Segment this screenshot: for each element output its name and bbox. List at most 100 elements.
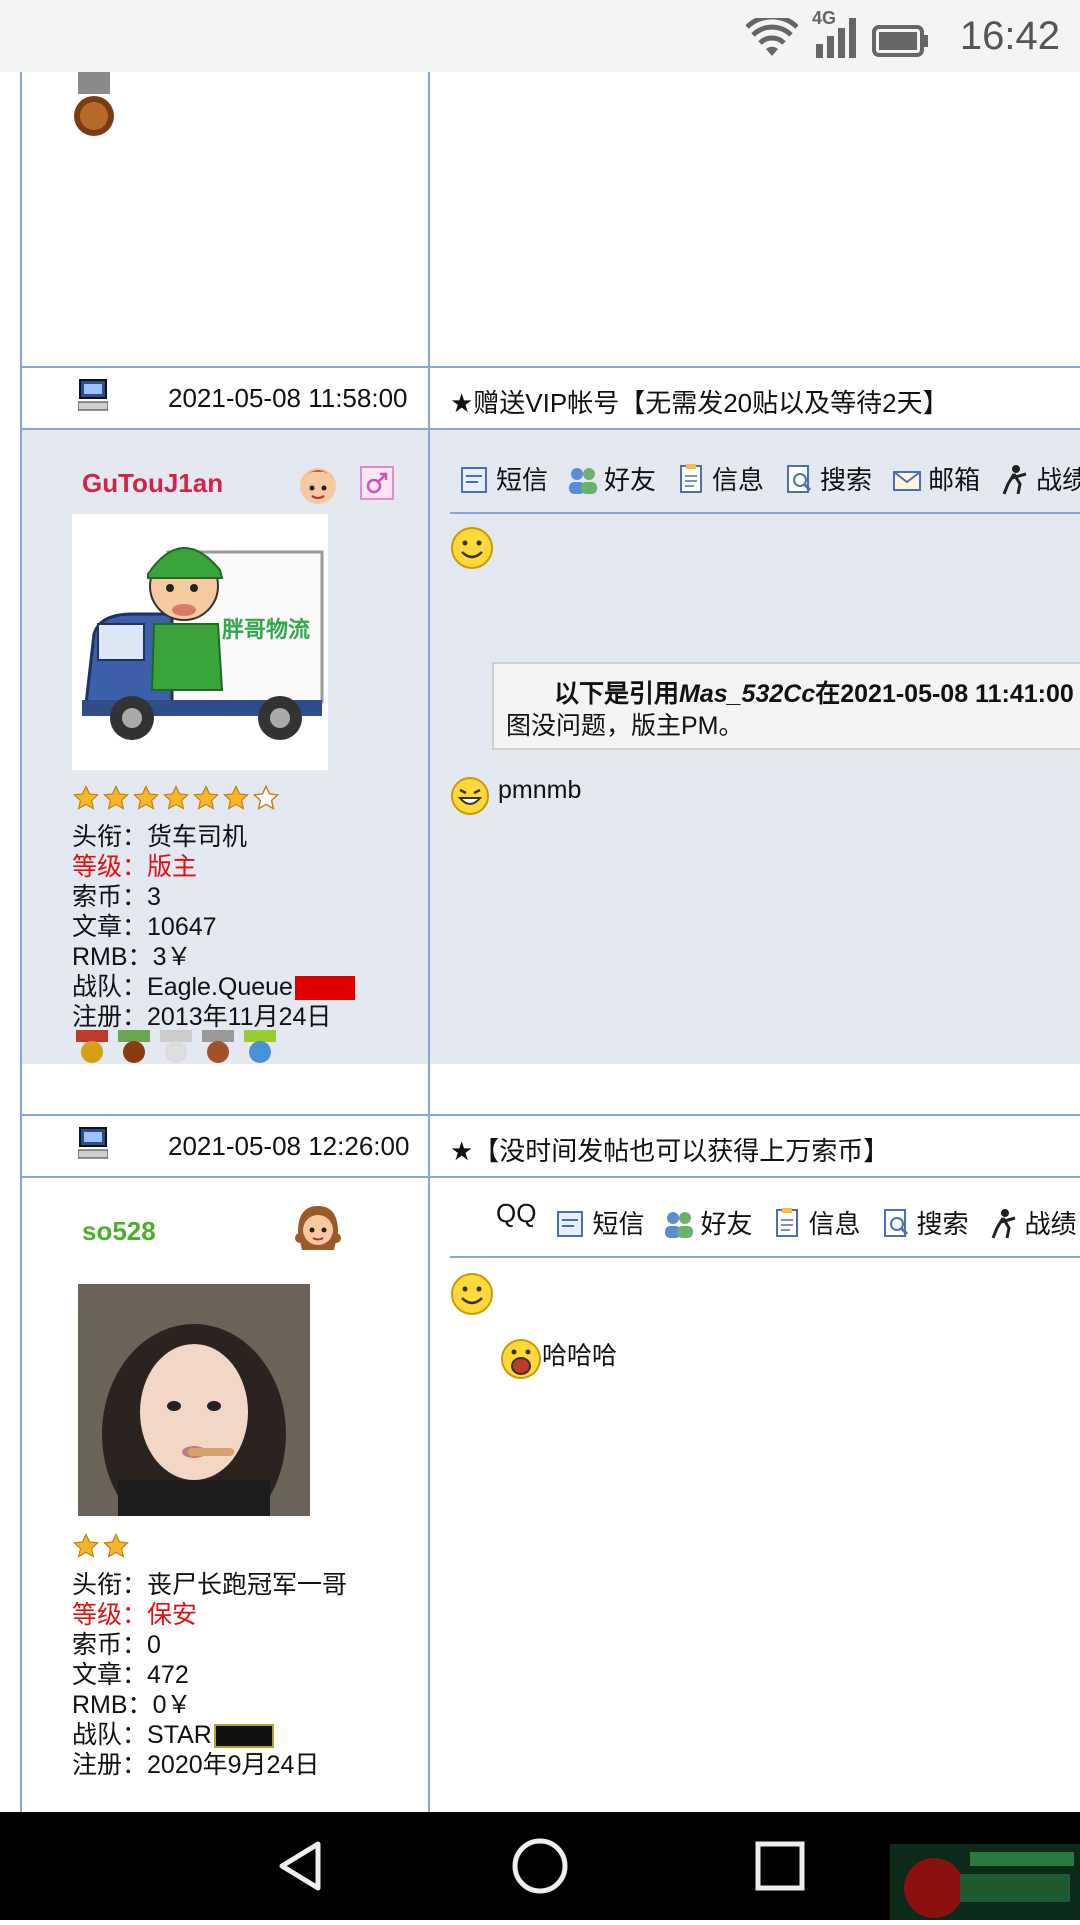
status-icons: 4G [746,8,930,58]
star-filled-icon [163,784,189,810]
friends-icon [569,467,598,494]
soldier-icon [991,1208,1015,1239]
clipboard-icon [776,1207,799,1237]
status-bar: 4G 16:42 [0,0,1080,72]
team-badge-icon [213,1724,274,1749]
post-timestamp: 2021-05-08 11:58:00 [168,383,408,413]
computer-icon [78,379,108,411]
smile-emoji-icon [451,1273,493,1315]
user-coins: 索币：3 [72,883,161,911]
medal-icon [74,72,114,136]
user-posts: 文章：472 [72,1661,189,1689]
medal-icon [244,1030,276,1063]
toolbar-stats[interactable]: 战绩 [998,460,1080,497]
toolbar-friend[interactable]: 好友 [566,460,656,497]
avatar[interactable] [78,1284,310,1516]
forum-thread[interactable]: 2021-05-08 11:58:00 ★赠送VIP帐号【无需发20贴以及等待2… [0,72,1080,1812]
wifi-icon [746,18,798,56]
search-icon [787,464,812,493]
back-icon[interactable] [270,1836,330,1896]
medal-icon [202,1030,234,1063]
row-border [20,1176,1080,1178]
post-toolbar: 短信 好友 信息 搜索 邮箱 战绩 [458,460,1080,497]
post-header: 2021-05-08 12:26:00 ★【没时间发帖也可以获得上万索币】 [20,1116,1080,1176]
medal-icon [76,1030,108,1063]
user-level: 等级：版主 [72,853,198,881]
post-content: 哈哈哈 [542,1342,618,1370]
medal-icon [160,1030,192,1063]
star-filled-icon [223,784,249,810]
home-icon[interactable] [510,1836,570,1896]
smile-emoji-icon [451,527,493,569]
username[interactable]: so528 [82,1216,156,1247]
post-toolbar: QQ 短信 好友 信息 搜索 战绩 [496,1198,1077,1241]
shout-emoji-icon [501,1339,541,1379]
quote-body: 图没问题，版主PM。 [506,712,744,740]
soldier-icon [1002,464,1027,495]
message-icon [557,1210,584,1237]
avatar[interactable]: 胖哥物流 [72,514,328,770]
navigation-bar [0,1812,1080,1920]
toolbar-search[interactable]: 搜索 [782,460,872,497]
user-team: 战队：Eagle.Queue [72,972,355,1002]
user-register-date: 注册：2020年9月24日 [72,1751,320,1779]
toolbar-mail[interactable]: 邮箱 [890,460,980,497]
toolbar-friend[interactable]: 好友 [662,1204,752,1241]
user-rmb: RMB：0￥ [72,1691,192,1719]
clipboard-icon [680,463,703,493]
toolbar-message[interactable]: 短信 [458,460,548,497]
star-empty-icon [252,784,280,811]
rating-stars [72,1532,130,1560]
mail-icon [893,470,922,491]
computer-icon [78,1127,108,1159]
user-rmb: RMB：3￥ [72,943,192,971]
rating-stars [72,784,280,812]
post-subject[interactable]: ★【没时间发帖也可以获得上万索币】 [450,1131,889,1168]
girl-face-icon [295,1206,341,1250]
post: GuTouJ1an 胖哥物流 头衔：货车司机 等级：版主 索币：3 文章：106… [20,430,1080,1064]
toolbar-qq[interactable]: QQ [496,1198,536,1229]
status-time: 16:42 [959,14,1060,58]
star-filled-icon [73,1532,99,1558]
search-icon [883,1208,908,1237]
user-posts: 文章：10647 [72,913,217,941]
toolbar-divider [450,1256,1080,1258]
avatar-caption: 胖哥物流 [222,617,311,642]
signal-icon: 4G [812,8,858,58]
boy-face-icon [300,468,336,504]
star-filled-icon [133,784,159,810]
medal-icon [118,1030,150,1063]
quote-author[interactable]: Mas_532Cc [679,680,815,708]
gender-male-icon [360,466,394,500]
post: so528 头衔：丧尸长跑冠军一哥 等级：保安 索币：0 文章：472 RMB：… [20,1178,1080,1812]
star-filled-icon [103,784,129,810]
toolbar-info[interactable]: 信息 [770,1204,861,1241]
row-border [20,366,1080,368]
toolbar-info[interactable]: 信息 [674,460,764,497]
post-timestamp: 2021-05-08 12:26:00 [168,1131,410,1161]
friends-icon [665,1211,694,1238]
user-info: 头衔：丧尸长跑冠军一哥 等级：保安 索币：0 文章：472 RMB：0￥ 战队：… [72,1570,347,1780]
row-border [20,1114,1080,1116]
toolbar-search[interactable]: 搜索 [879,1204,969,1241]
toolbar-message[interactable]: 短信 [554,1204,644,1241]
team-badge-icon [294,976,355,1001]
row-border [20,428,1080,430]
user-coins: 索币：0 [72,1631,161,1659]
medals-row [72,1030,280,1064]
toolbar-stats[interactable]: 战绩 [987,1204,1077,1241]
username[interactable]: GuTouJ1an [82,468,223,499]
user-level: 等级：保安 [72,1601,198,1629]
user-info: 头衔：货车司机 等级：版主 索币：3 文章：10647 RMB：3￥ 战队：Ea… [72,822,355,1032]
toolbar-divider [450,512,1080,514]
table-column-divider [428,72,430,1812]
user-title: 头衔：丧尸长跑冠军一哥 [72,1571,348,1599]
star-filled-icon [193,784,219,810]
post-subject[interactable]: ★赠送VIP帐号【无需发20贴以及等待2天】 [450,383,949,420]
quote-header: 以下是引用Mas_532Cc在2021-05-08 11:41:00 [554,680,1074,708]
message-icon [461,466,487,493]
previous-post-tail [20,72,1080,366]
recents-icon[interactable] [750,1836,810,1896]
post-header: 2021-05-08 11:58:00 ★赠送VIP帐号【无需发20贴以及等待2… [20,368,1080,428]
star-filled-icon [103,1532,129,1558]
